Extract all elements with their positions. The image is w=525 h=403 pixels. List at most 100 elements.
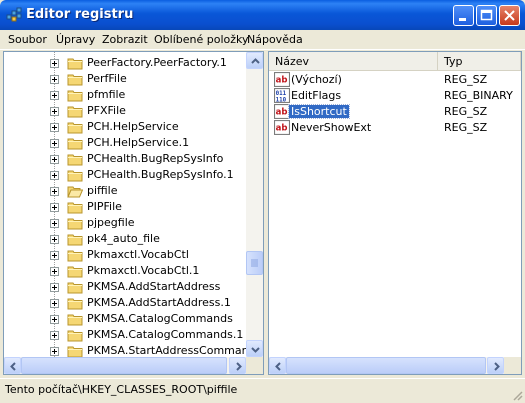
registry-editor-window: Editor registru Soubor Úpravy Zobrazit O…: [0, 0, 525, 403]
folder-icon: [67, 58, 83, 70]
values-list-pane[interactable]: Název Typ ab (Výchozí) REG_SZ 011 110 EditFla…: [268, 51, 522, 375]
expand-icon[interactable]: [50, 107, 59, 116]
tree-item[interactable]: pk4_auto_file: [4, 231, 242, 247]
tree-item[interactable]: PCH.HelpService: [4, 119, 242, 135]
expand-icon[interactable]: [50, 59, 59, 68]
expand-icon[interactable]: [50, 299, 59, 308]
expand-icon[interactable]: [50, 251, 59, 260]
tree-item[interactable]: pfmfile: [4, 87, 242, 103]
tree-item-label: PKMSA.StartAddressCommands: [87, 344, 262, 357]
tree-item[interactable]: PFXFile: [4, 103, 242, 119]
tree-item[interactable]: PeerFactory.PeerFactory.1: [4, 55, 242, 71]
scroll-up-button[interactable]: [246, 52, 263, 69]
tree-item[interactable]: Pkmaxctl.VocabCtl: [4, 247, 242, 263]
resize-grip-icon[interactable]: [511, 389, 523, 401]
column-header-type[interactable]: Typ: [438, 52, 521, 70]
value-row[interactable]: ab (Výchozí) REG_SZ: [269, 72, 519, 88]
expand-icon[interactable]: [50, 203, 59, 212]
expand-icon[interactable]: [50, 283, 59, 292]
svg-text:ab: ab: [276, 108, 288, 118]
string-value-icon: ab: [274, 120, 290, 135]
binary-value-icon: 011110: [274, 88, 290, 103]
list-header: Název Typ: [269, 52, 521, 71]
tree-hscroll-thumb[interactable]: [21, 357, 227, 374]
tree-item-label: PKMSA.CatalogCommands.1: [87, 328, 244, 341]
tree-item-label: PKMSA.AddStartAddress: [87, 280, 221, 293]
tree-item-label: Pkmaxctl.VocabCtl.1: [87, 264, 200, 277]
menu-napoveda[interactable]: Nápověda: [247, 33, 303, 46]
menu-zobrazit[interactable]: Zobrazit: [102, 33, 148, 46]
tree-scroll-thumb[interactable]: [246, 251, 263, 275]
menu-oblibene[interactable]: Oblíbené položky: [154, 33, 249, 46]
tree-item[interactable]: PCHealth.BugRepSysInfo.1: [4, 167, 242, 183]
tree-item[interactable]: PerfFile: [4, 71, 242, 87]
folder-icon: [67, 298, 83, 310]
scroll-right-button[interactable]: [229, 357, 246, 374]
tree-item[interactable]: PKMSA.AddStartAddress: [4, 279, 242, 295]
minimize-button[interactable]: [453, 5, 474, 26]
expand-icon[interactable]: [50, 267, 59, 276]
tree-item[interactable]: PCH.HelpService.1: [4, 135, 242, 151]
column-header-name[interactable]: Název: [269, 52, 438, 70]
scroll-left-button[interactable]: [4, 357, 21, 374]
list-scroll-right-button[interactable]: [487, 357, 504, 374]
title-bar[interactable]: Editor registru: [0, 0, 525, 30]
expand-icon[interactable]: [50, 139, 59, 148]
tree-item[interactable]: PKMSA.CatalogCommands.1: [4, 327, 244, 343]
value-row[interactable]: ab NeverShowExt REG_SZ: [269, 120, 519, 136]
list-scroll-left-button[interactable]: [269, 357, 286, 374]
folder-icon: [67, 170, 83, 182]
expand-icon[interactable]: [50, 315, 59, 324]
value-name: (Výchozí): [291, 73, 342, 86]
list-scroll-corner: [504, 357, 521, 374]
key-tree-pane[interactable]: PeerFactory.PeerFactory.1 PerfFile pfmfile…: [3, 51, 264, 375]
tree-item-label: PCH.HelpService.1: [87, 136, 190, 149]
folder-open-icon: [67, 186, 83, 198]
expand-icon[interactable]: [50, 331, 59, 340]
value-type: REG_SZ: [444, 121, 488, 134]
expand-icon[interactable]: [50, 123, 59, 132]
tree-horizontal-scrollbar[interactable]: [4, 357, 246, 374]
tree-item-label: piffile: [87, 184, 118, 197]
arrow-right-icon: [494, 362, 500, 371]
folder-icon: [67, 218, 83, 230]
expand-icon[interactable]: [50, 235, 59, 244]
expand-icon[interactable]: [50, 219, 59, 228]
value-row[interactable]: 011 110 EditFlags REG_BINARY: [269, 88, 519, 104]
folder-icon: [67, 138, 83, 150]
tree-item[interactable]: PKMSA.AddStartAddress.1: [4, 295, 242, 311]
tree-item[interactable]: PIPFile: [4, 199, 242, 215]
list-horizontal-scrollbar[interactable]: [269, 357, 504, 374]
tree-item-label: PCHealth.BugRepSysInfo: [87, 152, 224, 165]
menu-upravy[interactable]: Úpravy: [56, 33, 95, 46]
scroll-down-button[interactable]: [246, 340, 263, 357]
close-button[interactable]: [499, 5, 520, 26]
tree-item[interactable]: PCHealth.BugRepSysInfo: [4, 151, 242, 167]
list-hscroll-thumb[interactable]: [286, 357, 486, 374]
expand-icon[interactable]: [50, 155, 59, 164]
value-row[interactable]: ab IsShortcut REG_SZ: [269, 104, 519, 120]
status-bar: Tento počítač\HKEY_CLASSES_ROOT\piffile: [0, 378, 525, 403]
tree-item-label: PCH.HelpService: [87, 120, 179, 133]
folder-icon: [67, 122, 83, 134]
expand-icon[interactable]: [50, 75, 59, 84]
tree-item[interactable]: Pkmaxctl.VocabCtl.1: [4, 263, 242, 279]
maximize-icon: [480, 9, 493, 21]
tree-item-label: pfmfile: [87, 88, 126, 101]
maximize-button[interactable]: [476, 5, 497, 26]
tree-item-label: Pkmaxctl.VocabCtl: [87, 248, 189, 261]
tree-item[interactable]: piffile: [4, 183, 242, 199]
menu-soubor[interactable]: Soubor: [8, 33, 47, 46]
expand-icon[interactable]: [50, 347, 59, 356]
expand-icon[interactable]: [50, 91, 59, 100]
expand-icon[interactable]: [50, 187, 59, 196]
grip-lines-icon: [251, 259, 258, 267]
tree-vertical-scrollbar[interactable]: [246, 52, 263, 357]
expand-icon[interactable]: [50, 171, 59, 180]
folder-icon: [67, 234, 83, 246]
value-type: REG_BINARY: [444, 89, 513, 102]
value-type: REG_SZ: [444, 73, 488, 86]
tree-item[interactable]: pjpegfile: [4, 215, 242, 231]
tree-item[interactable]: PKMSA.CatalogCommands: [4, 311, 242, 327]
tree-item-label: PKMSA.AddStartAddress.1: [87, 296, 231, 309]
